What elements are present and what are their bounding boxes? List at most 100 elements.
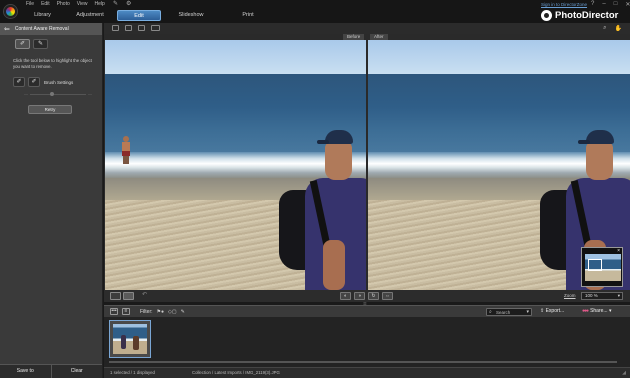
viewer-controls: ◐ ◑ ↻ ⇔: [340, 292, 393, 300]
brand: PhotoDirector: [541, 10, 618, 21]
menu-file[interactable]: File: [26, 1, 34, 7]
panel-description: Click the tool below to highlight the ob…: [13, 58, 92, 69]
tools-icon[interactable]: ✎: [113, 0, 118, 7]
export-button[interactable]: ⇪ Export...: [540, 308, 564, 314]
cap: [325, 130, 353, 144]
cap: [586, 130, 614, 144]
shape-filter-icon[interactable]: ◇▢: [168, 309, 177, 315]
flip-icon[interactable]: ⇔: [382, 292, 393, 300]
window-controls: ? – □ ✕: [591, 1, 630, 8]
photo-thumbnail[interactable]: [109, 320, 151, 358]
chevron-down-icon[interactable]: ▾: [609, 308, 612, 314]
menu-edit[interactable]: Edit: [41, 1, 50, 7]
help-icon[interactable]: ?: [591, 1, 594, 8]
brush-size-slider[interactable]: — —: [24, 91, 92, 97]
brush-erase-button[interactable]: ✎: [33, 39, 48, 49]
slider-min: —: [24, 91, 28, 96]
tab-print[interactable]: Print: [223, 10, 273, 21]
save-to-button[interactable]: Save to: [0, 365, 52, 378]
before-photo[interactable]: [105, 40, 366, 290]
compare-icon[interactable]: ◐: [340, 292, 351, 300]
module-tabs: Library Adjustment Edit Slideshow Print: [20, 10, 273, 21]
minimize-icon[interactable]: –: [602, 1, 605, 8]
swimmer-legs: [123, 156, 129, 164]
slider-track[interactable]: [30, 94, 86, 95]
face: [325, 142, 352, 180]
menu-bar: File Edit Photo View Help: [26, 1, 105, 7]
title-bar: File Edit Photo View Help ✎ ⚙ Library Ad…: [0, 0, 630, 23]
viewer-toolbar-bottom: ↶ ◐ ◑ ↻ ⇔ Zoom 100 % ▾: [104, 290, 630, 302]
browser-toolbar: ••• ≡ Filter: ⚑● ◇▢ ✎ ⌕ Search ▾ ⇪ Expor…: [104, 305, 630, 317]
flag-filter-icon[interactable]: ⚑●: [157, 309, 165, 315]
navigator-viewport-frame[interactable]: [588, 259, 602, 271]
slider-max: —: [88, 91, 92, 96]
share-button[interactable]: ●●● Share... ▾: [582, 308, 611, 314]
brush-feather-icon[interactable]: ✐: [28, 77, 40, 87]
chevron-down-icon: ▾: [617, 293, 620, 298]
tab-library[interactable]: Library: [20, 10, 65, 21]
filter-label: Filter:: [140, 308, 153, 315]
selection-count: 1 selected / 1 displayed: [110, 370, 155, 375]
zoom-label: Zoom: [564, 293, 576, 298]
compare-view-icon[interactable]: [151, 25, 160, 31]
list-view-icon[interactable]: ≡: [122, 308, 130, 315]
magnifier-icon[interactable]: ⌕: [603, 25, 606, 32]
menu-view[interactable]: View: [77, 1, 88, 7]
slider-handle[interactable]: [50, 92, 54, 96]
single-view-button[interactable]: [110, 292, 121, 300]
cap-bill: [578, 140, 590, 144]
pen-filter-icon[interactable]: ✎: [181, 309, 185, 315]
undo-icon[interactable]: ↶: [142, 291, 147, 298]
brand-icon: [541, 10, 552, 21]
split-view-button[interactable]: [123, 292, 134, 300]
arm: [323, 240, 345, 290]
face: [586, 142, 613, 180]
panel-footer: Save to Clear: [0, 364, 102, 378]
share-icon: ●●●: [582, 308, 589, 314]
brush-add-button[interactable]: ✐: [15, 39, 30, 49]
panel-title: Content Aware Removal: [14, 26, 69, 32]
hand-icon[interactable]: ✋: [615, 25, 622, 32]
menu-help[interactable]: Help: [95, 1, 105, 7]
contrast-icon[interactable]: ◑: [354, 292, 365, 300]
brand-name: PhotoDirector: [555, 10, 619, 21]
menu-photo[interactable]: Photo: [57, 1, 70, 7]
tab-adjustment[interactable]: Adjustment: [65, 10, 115, 21]
view-layout-icons: [112, 25, 160, 31]
status-bar: 1 selected / 1 displayed Collection / La…: [104, 367, 630, 378]
zoom-select[interactable]: 100 % ▾: [581, 292, 623, 300]
chevron-down-icon[interactable]: ▾: [526, 309, 529, 315]
search-field[interactable]: ⌕ Search ▾: [486, 308, 532, 316]
navigator-close-icon[interactable]: ×: [617, 248, 620, 254]
photo-browser: [104, 317, 630, 367]
maximize-icon[interactable]: □: [614, 1, 618, 8]
export-label: Export...: [545, 308, 565, 314]
brush-size-icon[interactable]: ✐: [13, 77, 25, 87]
swimmer-figure: [120, 136, 132, 164]
rotate-icon[interactable]: ↻: [368, 292, 379, 300]
resize-grip-icon[interactable]: ◢: [622, 370, 626, 376]
back-arrow-icon[interactable]: ⇐: [4, 25, 10, 33]
browser-left-tools: ••• ≡ Filter: ⚑● ◇▢ ✎: [110, 308, 185, 315]
settings-gear-icon[interactable]: ⚙: [126, 0, 131, 7]
tab-edit[interactable]: Edit: [117, 10, 161, 21]
clear-button[interactable]: Clear: [52, 365, 103, 378]
close-icon[interactable]: ✕: [625, 1, 630, 8]
photodirector-logo-icon[interactable]: [4, 5, 17, 18]
browser-scrollbar[interactable]: [109, 361, 617, 363]
single-view-icon[interactable]: [112, 25, 119, 31]
swimmer-torso: [122, 142, 130, 151]
tab-slideshow[interactable]: Slideshow: [163, 10, 219, 21]
thumbnail-image: [113, 324, 147, 354]
navigator-thumbnail[interactable]: ×: [581, 247, 623, 287]
retry-button[interactable]: Retry: [28, 105, 72, 114]
share-label: Share...: [590, 308, 608, 314]
filmstrip-view-icon[interactable]: •••: [110, 308, 118, 315]
grid-view-icon[interactable]: [138, 25, 145, 31]
fit-view-icon[interactable]: [125, 25, 132, 31]
signin-link[interactable]: Sign in to DirectorZone: [541, 2, 587, 7]
search-input[interactable]: Search: [496, 310, 510, 315]
brush-settings-row: ✐ ✐ Brush Settings: [13, 77, 102, 87]
content-aware-removal-panel: ⇐ Content Aware Removal ✐ ✎ Click the to…: [0, 23, 103, 378]
photo-sky: [105, 40, 366, 74]
